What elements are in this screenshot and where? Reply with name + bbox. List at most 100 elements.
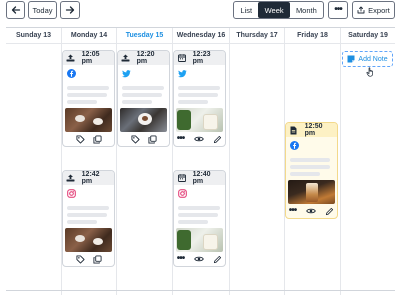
caption-line	[67, 100, 97, 104]
more-icon[interactable]: •••	[177, 134, 185, 144]
post-actions: •••	[286, 204, 337, 218]
hand-cursor-icon	[366, 67, 373, 77]
eye-icon[interactable]	[193, 135, 204, 143]
day-header-today: Tuesday 15	[117, 28, 172, 44]
caption-line	[178, 100, 208, 104]
calendar-icon	[177, 53, 187, 63]
caption-line	[122, 86, 164, 90]
post-time: 12:42 pm	[81, 171, 100, 185]
post-header: 12:50 pm	[286, 123, 337, 137]
copy-icon[interactable]	[147, 134, 157, 144]
caption-line	[122, 93, 162, 97]
day-header: Wednesday 16	[173, 28, 229, 44]
more-icon[interactable]: •••	[177, 254, 185, 264]
caption-line	[67, 86, 109, 90]
post-time: 12:23 pm	[192, 51, 211, 65]
post-card-draft[interactable]: 12:50 pm •••	[285, 122, 338, 219]
pencil-icon[interactable]	[325, 207, 334, 216]
post-actions	[63, 132, 114, 146]
arrow-left-icon	[11, 6, 20, 14]
view-month-tab[interactable]: Month	[290, 2, 323, 18]
copy-icon[interactable]	[92, 134, 102, 144]
caption-line	[178, 86, 220, 90]
caption-line	[290, 165, 330, 169]
upload-icon	[121, 53, 131, 63]
arrow-right-icon	[65, 6, 75, 14]
calendar-icon	[177, 173, 187, 183]
view-switcher: List Week Month	[233, 1, 324, 19]
day-header: Friday 18	[285, 28, 340, 44]
upload-icon	[66, 173, 76, 183]
export-button[interactable]: Export	[352, 1, 395, 19]
tag-icon[interactable]	[75, 134, 85, 144]
post-time: 12:20 pm	[136, 51, 155, 65]
upload-icon	[66, 53, 76, 63]
twitter-icon	[178, 70, 187, 78]
caption-line	[178, 93, 218, 97]
post-header: 12:23 pm	[174, 51, 225, 65]
more-icon[interactable]: •••	[289, 206, 297, 216]
previous-week-button[interactable]	[6, 1, 25, 19]
post-image	[288, 180, 335, 204]
post-header: 12:40 pm	[174, 171, 225, 185]
caption-line	[178, 220, 208, 224]
post-image	[176, 108, 223, 132]
next-week-button[interactable]	[60, 1, 80, 19]
document-icon	[289, 125, 299, 135]
post-actions	[118, 132, 169, 146]
caption-line	[290, 158, 330, 162]
add-note-button[interactable]: Add Note	[342, 51, 393, 67]
day-header: Saturday 19	[341, 28, 395, 44]
post-image	[65, 228, 112, 252]
twitter-icon	[122, 70, 131, 78]
pencil-icon[interactable]	[213, 135, 222, 144]
facebook-icon	[290, 141, 299, 150]
tag-icon[interactable]	[75, 254, 85, 264]
caption-line	[67, 213, 107, 217]
view-list-tab[interactable]: List	[234, 2, 258, 18]
post-image	[120, 108, 167, 132]
post-card[interactable]: 12:05 pm	[62, 50, 115, 147]
note-icon	[347, 55, 355, 63]
day-column-sunday[interactable]: Sunday 13	[6, 28, 61, 295]
copy-icon[interactable]	[92, 254, 102, 264]
caption-line	[290, 172, 320, 176]
day-header: Monday 14	[62, 28, 116, 44]
caption-line	[178, 213, 218, 217]
day-header: Sunday 13	[6, 28, 61, 44]
caption-line	[67, 220, 97, 224]
caption-line	[67, 206, 109, 210]
export-icon	[357, 6, 365, 14]
post-header: 12:42 pm	[63, 171, 114, 185]
post-header: 12:05 pm	[63, 51, 114, 65]
post-actions: •••	[174, 252, 225, 266]
post-card[interactable]: 12:20 pm	[117, 50, 170, 147]
instagram-icon	[67, 189, 76, 198]
caption-line	[122, 100, 152, 104]
post-actions: •••	[174, 132, 225, 146]
day-column-thursday[interactable]: Thursday 17	[229, 28, 284, 295]
caption-line	[178, 206, 220, 210]
post-card[interactable]: 12:23 pm •••	[173, 50, 226, 147]
add-note-label: Add Note	[358, 55, 388, 63]
calendar-app: Today List Week Month ••• Export Sunday …	[0, 0, 401, 295]
eye-icon[interactable]	[305, 207, 316, 215]
view-week-tab[interactable]: Week	[258, 2, 290, 18]
pencil-icon[interactable]	[213, 255, 222, 264]
row-divider	[6, 290, 395, 291]
more-icon: •••	[334, 4, 342, 15]
tag-icon[interactable]	[130, 134, 140, 144]
eye-icon[interactable]	[193, 255, 204, 263]
today-button[interactable]: Today	[28, 1, 57, 19]
more-options-button[interactable]: •••	[328, 1, 348, 19]
post-time: 12:40 pm	[192, 171, 211, 185]
post-time: 12:50 pm	[304, 123, 323, 137]
caption-line	[67, 93, 107, 97]
post-header: 12:20 pm	[118, 51, 169, 65]
post-time: 12:05 pm	[81, 51, 100, 65]
post-card[interactable]: 12:42 pm	[62, 170, 115, 267]
post-image	[65, 108, 112, 132]
export-label: Export	[368, 5, 390, 15]
facebook-icon	[67, 69, 76, 78]
post-card[interactable]: 12:40 pm •••	[173, 170, 226, 267]
